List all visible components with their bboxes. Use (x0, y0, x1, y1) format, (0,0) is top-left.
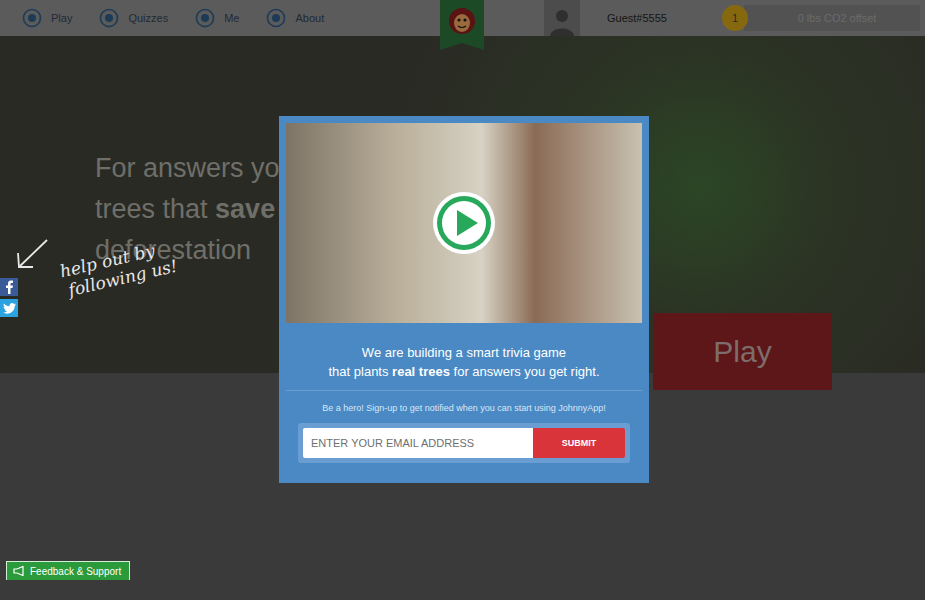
monkey-logo-icon (447, 6, 477, 36)
megaphone-icon (13, 566, 25, 576)
twitter-button[interactable] (0, 299, 18, 317)
offset-bar: 0 lbs CO2 offset (744, 5, 920, 31)
submit-button[interactable]: SUBMIT (533, 428, 625, 458)
feedback-button[interactable]: Feedback & Support (6, 561, 130, 580)
divider (286, 390, 642, 391)
nav-icon (99, 8, 119, 28)
headline-line: We are building a smart trivia game (328, 343, 599, 362)
social-rail (0, 278, 18, 317)
facebook-icon (4, 280, 14, 294)
text: trees that (95, 194, 215, 224)
nav-icon (266, 8, 286, 28)
nav-item[interactable]: Quizzes (99, 8, 168, 28)
email-input[interactable] (303, 428, 533, 458)
person-icon (549, 6, 575, 36)
text: for answers you get right. (450, 364, 600, 379)
hero-line: trees that save (95, 189, 280, 230)
nav-label: Me (224, 12, 239, 24)
text: For answers yo (95, 153, 280, 183)
user-name: Guest#5555 (580, 12, 722, 24)
nav-item[interactable]: About (266, 8, 324, 28)
nav-icon (22, 8, 42, 28)
nav-item[interactable]: Play (22, 8, 72, 28)
twitter-icon (3, 303, 16, 314)
avatar[interactable] (544, 0, 580, 36)
nav-label: Play (51, 12, 72, 24)
arrow-icon (14, 236, 50, 272)
user-area: Guest#555510 lbs CO2 offset (544, 0, 920, 36)
facebook-button[interactable] (0, 278, 18, 296)
logo[interactable] (440, 0, 484, 50)
nav-item[interactable]: Me (195, 8, 239, 28)
hero-line: For answers yo (95, 148, 280, 189)
nav-label: About (295, 12, 324, 24)
nav-icon (195, 8, 215, 28)
signup-note: Be a hero! Sign-up to get notified when … (322, 402, 606, 414)
text: that plants (328, 364, 392, 379)
nav-list: Play Quizzes Me About (22, 8, 324, 28)
signup-form: SUBMIT (298, 423, 630, 463)
play-icon (431, 190, 497, 256)
headline: We are building a smart trivia game that … (328, 343, 599, 381)
signup-modal: We are building a smart trivia game that … (279, 116, 649, 483)
text: We are building a smart trivia game (362, 345, 566, 360)
play-button[interactable]: Play (653, 313, 832, 390)
nav-label: Quizzes (128, 12, 168, 24)
page: Play Quizzes Me About Guest#555510 lbs CO2 o… (0, 0, 925, 600)
video-thumbnail[interactable] (286, 123, 642, 323)
feedback-label: Feedback & Support (30, 566, 121, 577)
hero-text: For answers yotrees that savedeforestati… (95, 36, 280, 271)
headline-line: that plants real trees for answers you g… (328, 362, 599, 381)
coin-count: 1 (722, 5, 748, 31)
emphasis: save (215, 194, 275, 224)
emphasis: real trees (392, 364, 450, 379)
